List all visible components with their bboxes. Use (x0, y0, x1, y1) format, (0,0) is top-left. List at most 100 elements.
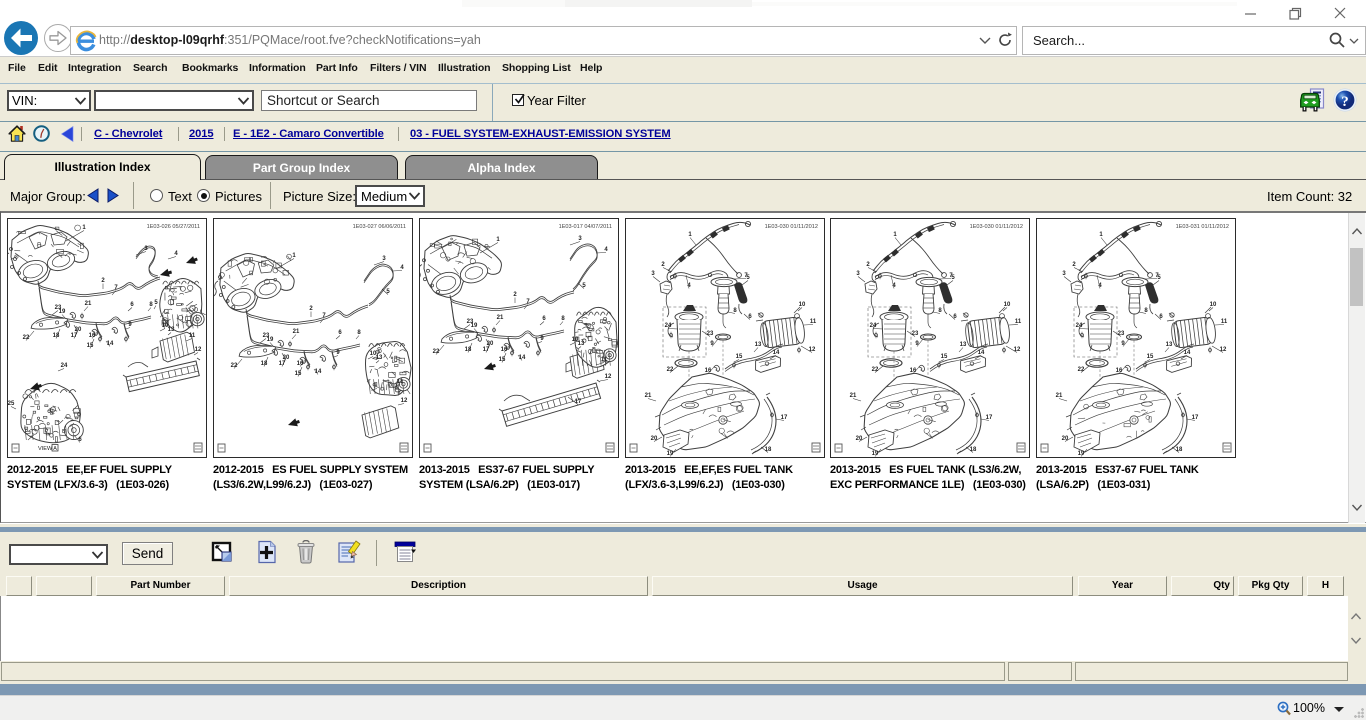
svg-text:20: 20 (1062, 436, 1069, 442)
svg-text:16: 16 (501, 347, 508, 353)
svg-text:11: 11 (1221, 319, 1228, 325)
svg-text:1E03-030 01/11/2012: 1E03-030 01/11/2012 (765, 224, 818, 230)
svg-text:5: 5 (582, 283, 586, 289)
svg-text:1E03-026 05/27/2011: 1E03-026 05/27/2011 (147, 224, 200, 230)
svg-text:13: 13 (755, 342, 762, 348)
svg-text:8: 8 (149, 302, 153, 308)
svg-text:2: 2 (309, 306, 313, 312)
svg-text:16: 16 (89, 333, 96, 339)
svg-text:1E03-031 01/11/2012: 1E03-031 01/11/2012 (1176, 224, 1229, 230)
svg-text:12: 12 (809, 347, 816, 353)
svg-text:13: 13 (376, 355, 383, 361)
svg-text:4: 4 (1098, 283, 1102, 289)
svg-text:18: 18 (765, 447, 772, 453)
svg-text:11: 11 (810, 319, 817, 325)
svg-text:18: 18 (1176, 447, 1183, 453)
svg-text:23: 23 (467, 319, 474, 325)
svg-text:6: 6 (130, 302, 134, 308)
svg-text:23: 23 (1118, 331, 1125, 337)
svg-text:24: 24 (61, 363, 68, 369)
svg-text:24: 24 (665, 323, 672, 329)
svg-text:3: 3 (382, 256, 386, 262)
svg-text:15: 15 (295, 371, 302, 377)
svg-text:11: 11 (601, 357, 608, 363)
svg-text:1E03-017 04/07/2011: 1E03-017 04/07/2011 (559, 224, 612, 230)
svg-text:20: 20 (283, 355, 290, 361)
svg-text:10: 10 (1210, 302, 1217, 308)
svg-text:15: 15 (736, 354, 743, 360)
svg-text:3: 3 (651, 271, 655, 277)
svg-text:8: 8 (733, 308, 737, 314)
svg-text:8: 8 (938, 308, 942, 314)
svg-text:23: 23 (55, 305, 62, 311)
svg-text:15: 15 (87, 343, 94, 349)
svg-text:15: 15 (499, 357, 506, 363)
svg-text:?: ? (1341, 94, 1349, 110)
svg-text:6: 6 (953, 314, 957, 320)
svg-text:18: 18 (53, 333, 60, 339)
svg-text:15: 15 (941, 354, 948, 360)
svg-text:19: 19 (667, 451, 674, 457)
svg-text:20: 20 (651, 436, 658, 442)
svg-text:6: 6 (542, 316, 546, 322)
svg-text:11: 11 (1015, 319, 1022, 325)
svg-text:8: 8 (561, 316, 565, 322)
svg-text:2: 2 (513, 292, 517, 298)
svg-text:22: 22 (23, 335, 30, 341)
svg-text:16: 16 (297, 361, 304, 367)
svg-text:22: 22 (1078, 367, 1085, 373)
svg-text:19: 19 (872, 451, 879, 457)
svg-text:12: 12 (1220, 347, 1227, 353)
svg-text:21: 21 (850, 393, 857, 399)
svg-text:20: 20 (75, 327, 82, 333)
svg-text:7: 7 (114, 285, 118, 291)
svg-text:23: 23 (263, 333, 270, 339)
svg-text:11: 11 (189, 333, 196, 339)
svg-text:14: 14 (773, 350, 780, 356)
svg-text:18: 18 (261, 361, 268, 367)
svg-text:1: 1 (688, 232, 692, 238)
svg-text:17: 17 (483, 347, 490, 353)
svg-text:2: 2 (1072, 262, 1076, 268)
svg-text:4: 4 (687, 283, 691, 289)
svg-text:22: 22 (667, 367, 674, 373)
svg-text:20: 20 (487, 341, 494, 347)
svg-text:17: 17 (781, 415, 788, 421)
svg-text:7: 7 (526, 299, 530, 305)
svg-text:6: 6 (78, 437, 82, 443)
svg-text:18: 18 (465, 347, 472, 353)
svg-text:12: 12 (605, 374, 612, 380)
svg-text:4: 4 (604, 247, 608, 253)
svg-text:24: 24 (1076, 323, 1083, 329)
svg-text:1: 1 (82, 225, 86, 231)
svg-text:4: 4 (400, 265, 404, 271)
svg-text:5: 5 (746, 275, 750, 281)
svg-text:5: 5 (154, 300, 158, 306)
svg-text:21: 21 (293, 329, 300, 335)
svg-text:21: 21 (497, 315, 504, 321)
svg-text:22: 22 (433, 349, 440, 355)
svg-text:17: 17 (71, 333, 78, 339)
svg-text:12: 12 (401, 398, 408, 404)
svg-text:6: 6 (748, 314, 752, 320)
svg-text:A: A (53, 446, 57, 452)
svg-text:21: 21 (85, 301, 92, 307)
svg-text:10: 10 (799, 302, 806, 308)
svg-text:2: 2 (866, 262, 870, 268)
svg-text:21: 21 (1056, 393, 1063, 399)
svg-text:14: 14 (519, 355, 526, 361)
svg-text:18: 18 (970, 447, 977, 453)
svg-text:4: 4 (892, 283, 896, 289)
svg-text:23: 23 (707, 331, 714, 337)
svg-text:1: 1 (1099, 232, 1103, 238)
svg-text:19: 19 (1078, 451, 1085, 457)
svg-text:12: 12 (1014, 347, 1021, 353)
svg-text:3: 3 (1062, 271, 1066, 277)
svg-text:14: 14 (1184, 350, 1191, 356)
svg-text:3: 3 (856, 271, 860, 277)
svg-text:6: 6 (1159, 314, 1163, 320)
svg-text:3: 3 (144, 246, 148, 252)
svg-text:14: 14 (315, 369, 322, 375)
svg-text:13: 13 (1166, 342, 1173, 348)
svg-text:1E03-027 06/06/2011: 1E03-027 06/06/2011 (353, 224, 406, 230)
